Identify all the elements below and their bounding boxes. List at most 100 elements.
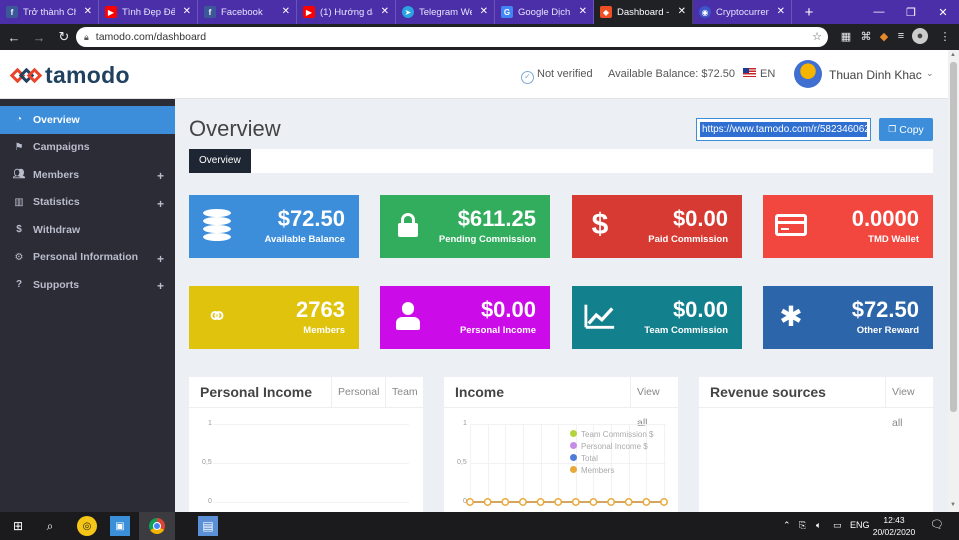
data-point — [607, 498, 616, 506]
scrollbar-thumb[interactable] — [950, 62, 957, 412]
chevron-down-icon[interactable]: ⌄ — [926, 68, 934, 79]
sidebar-item-withdraw[interactable]: $ Withdraw — [0, 216, 175, 244]
scroll-down-icon[interactable]: ▼ — [950, 502, 956, 508]
bar-chart-icon: ▥ — [14, 196, 24, 208]
expand-plus-icon[interactable]: + — [157, 197, 164, 211]
stat-card-other-reward[interactable]: ✱ $72.50 Other Reward — [763, 286, 933, 349]
close-tab-icon[interactable]: ✕ — [381, 6, 389, 17]
tab-team[interactable]: Team — [385, 377, 424, 408]
browser-tab[interactable]: f Trở thành Chi ✕ — [0, 0, 99, 24]
breadcrumb-overview[interactable]: Overview — [189, 149, 251, 173]
stat-card-paid-commission[interactable]: $ $0.00 Paid Commission — [572, 195, 742, 258]
reload-icon[interactable]: ↻ — [53, 29, 75, 45]
stat-card-tmd-wallet[interactable]: 0.0000 TMD Wallet — [763, 195, 933, 258]
clock[interactable]: 12:43 20/02/2020 — [872, 514, 916, 538]
site-header: tamodo ✓ Not verified Available Balance: … — [0, 50, 948, 99]
close-tab-icon[interactable]: ✕ — [183, 6, 191, 17]
computer-app-icon[interactable]: ▤ — [198, 516, 218, 536]
translate-extension-icon[interactable]: ⌘ — [858, 28, 874, 44]
search-icon[interactable]: ⌕ — [40, 516, 60, 536]
scroll-up-icon[interactable]: ▲ — [950, 52, 956, 58]
youtube-icon: ▶ — [303, 6, 315, 18]
stat-card-members[interactable]: ⚭ 2763 Members — [189, 286, 359, 349]
browser-tab[interactable]: G Google Dịch ✕ — [495, 0, 594, 24]
forward-icon[interactable]: → — [28, 30, 50, 45]
close-tab-icon[interactable]: ✕ — [480, 6, 488, 17]
network-icon[interactable]: ⎘ — [799, 520, 806, 531]
gear-icon: ⚙ — [14, 251, 24, 263]
metamask-icon[interactable]: ◆ — [876, 28, 892, 44]
sidebar-item-supports[interactable]: ? Supports + — [0, 271, 175, 299]
minimize-icon[interactable]: — — [863, 0, 895, 24]
windows-start-icon[interactable]: ⊞ — [8, 516, 28, 536]
expand-plus-icon[interactable]: + — [157, 169, 164, 183]
battery-icon[interactable]: ▭ — [833, 520, 842, 531]
back-icon[interactable]: ← — [3, 30, 25, 45]
expand-plus-icon[interactable]: + — [157, 252, 164, 266]
volume-icon[interactable]: 🔈︎ — [816, 520, 821, 531]
avatar[interactable] — [794, 60, 822, 88]
input-language[interactable]: ENG — [850, 520, 870, 530]
app-window-icon[interactable]: ▣ — [110, 516, 130, 536]
sidebar-item-members[interactable]: 👥︎ Members + — [0, 161, 175, 189]
close-tab-icon[interactable]: ✕ — [777, 6, 785, 17]
browser-tab[interactable]: ◉Cryptocurrenc✕ — [693, 0, 792, 24]
gridline — [213, 502, 409, 503]
stat-card-available-balance[interactable]: $72.50 Available Balance — [189, 195, 359, 258]
sidebar-item-statistics[interactable]: ▥ Statistics + — [0, 189, 175, 217]
browser-tab-active[interactable]: ◆Dashboard - T✕ — [594, 0, 693, 24]
page-scrollbar[interactable]: ▲ ▼ — [948, 50, 959, 512]
crypto-icon: ◉ — [699, 6, 711, 18]
users-icon: 👥︎ — [12, 169, 26, 181]
check-circle-icon: ✓ — [521, 71, 534, 84]
playlist-icon[interactable]: ≡ — [893, 28, 909, 44]
revenue-sources-panel: Revenue sources View all — [699, 377, 933, 512]
logo[interactable]: tamodo — [9, 62, 130, 89]
browser-menu-icon[interactable]: ⋮ — [937, 28, 953, 44]
y-tick-label: 1 — [208, 420, 212, 427]
data-point — [642, 498, 651, 506]
close-tab-icon[interactable]: ✕ — [579, 6, 587, 17]
youtube-icon: ▶ — [105, 6, 117, 18]
browser-tab[interactable]: ▶(1) Hướng dẫn✕ — [297, 0, 396, 24]
address-bar: ← → ↻ 🔒︎ tamodo.com/dashboard ☆ ▦ ⌘ ◆ ≡ … — [0, 24, 959, 50]
copy-button[interactable]: ❐ Copy — [879, 118, 933, 141]
sidebar-item-overview[interactable]: ◔ Overview — [0, 106, 175, 134]
tray-arrow-icon[interactable]: ⌃ — [783, 520, 791, 531]
referral-link-input[interactable]: https://www.tamodo.com/r/582346062 — [696, 118, 871, 141]
verification-status[interactable]: ✓ Not verified — [521, 68, 593, 84]
clock-date: 20/02/2020 — [872, 527, 916, 537]
user-name[interactable]: Thuan Dinh Khac — [829, 68, 922, 82]
restore-icon[interactable]: ❐ — [895, 0, 927, 24]
url-input[interactable]: 🔒︎ tamodo.com/dashboard ☆ — [76, 27, 828, 47]
copy-icon: ❐ — [888, 124, 897, 134]
app-icon[interactable]: ◎ — [77, 516, 97, 536]
sidebar-item-personal-information[interactable]: ⚙ Personal Information + — [0, 244, 175, 272]
expand-plus-icon[interactable]: + — [157, 279, 164, 293]
data-point — [660, 498, 668, 506]
browser-tab-strip: fTrở thành Chi✕ ▶Tình Đẹp Đến✕ fFacebook… — [0, 0, 959, 24]
data-point — [483, 498, 492, 506]
bookmark-star-icon[interactable]: ☆ — [812, 30, 822, 43]
stat-card-personal-income[interactable]: $0.00 Personal Income — [380, 286, 550, 349]
close-tab-icon[interactable]: ✕ — [678, 6, 686, 17]
qr-extension-icon[interactable]: ▦ — [838, 28, 854, 44]
stat-card-team-commission[interactable]: $0.00 Team Commission — [572, 286, 742, 349]
browser-tab[interactable]: ▶Tình Đẹp Đến✕ — [99, 0, 198, 24]
view-all-link[interactable]: View all — [885, 377, 933, 429]
personal-income-panel: Personal Income Personal Team 1 0,5 0 — [189, 377, 423, 512]
notification-icon[interactable]: 🗨︎ — [930, 518, 944, 531]
gridline — [213, 424, 409, 425]
language-selector[interactable]: EN — [743, 68, 775, 80]
close-tab-icon[interactable]: ✕ — [282, 6, 290, 17]
sidebar-item-campaigns[interactable]: ⚑ Campaigns — [0, 134, 175, 162]
stat-card-pending-commission[interactable]: $611.25 Pending Commission — [380, 195, 550, 258]
close-tab-icon[interactable]: ✕ — [84, 6, 92, 17]
tab-personal[interactable]: Personal — [331, 377, 385, 408]
chrome-taskbar-icon[interactable] — [139, 512, 175, 540]
close-window-icon[interactable]: ✕ — [927, 0, 959, 24]
new-tab-button[interactable]: + — [798, 1, 820, 23]
profile-avatar-icon[interactable]: ● — [912, 28, 928, 44]
browser-tab[interactable]: f Facebook ✕ — [198, 0, 297, 24]
browser-tab[interactable]: ➤Telegram Web✕ — [396, 0, 495, 24]
